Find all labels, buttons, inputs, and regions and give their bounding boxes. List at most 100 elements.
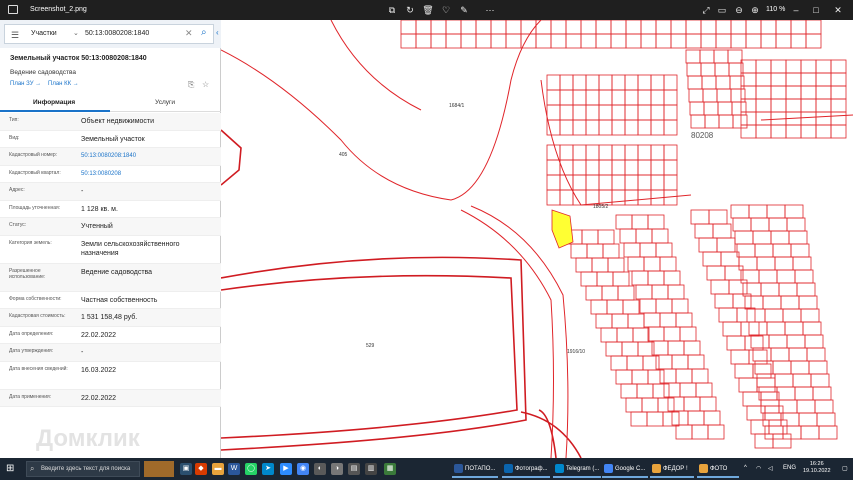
parcel-cell[interactable] (731, 101, 747, 116)
parcel-cell[interactable] (691, 424, 709, 440)
parcel-cell[interactable] (601, 285, 619, 301)
parcel-cell[interactable] (570, 243, 588, 259)
parcel-cell[interactable] (650, 104, 665, 121)
parcel-cell[interactable] (637, 341, 655, 357)
parcel-cell[interactable] (685, 20, 702, 35)
parcel-cell[interactable] (790, 20, 807, 35)
parcel-cell[interactable] (598, 159, 613, 176)
parcel-cell[interactable] (559, 104, 574, 121)
parcel-cell[interactable] (714, 293, 734, 309)
parcel-cell[interactable] (546, 159, 561, 176)
minimize-icon[interactable]: – (790, 4, 802, 16)
parcel-cell[interactable] (760, 391, 780, 407)
parcel-cell[interactable] (730, 20, 747, 35)
parcel-cell[interactable] (662, 411, 680, 427)
parcel-cell[interactable] (639, 242, 657, 258)
parcel-cell[interactable] (715, 20, 732, 35)
parcel-cell[interactable] (744, 295, 764, 310)
parcel-cell[interactable] (679, 382, 697, 398)
parcel-cell[interactable] (796, 282, 816, 297)
parcel-cell[interactable] (760, 399, 780, 414)
parcel-cell[interactable] (805, 33, 822, 49)
parcel-cell[interactable] (748, 321, 768, 336)
parcel-cell[interactable] (796, 399, 816, 414)
parcel-cell[interactable] (703, 410, 721, 426)
parcel-cell[interactable] (605, 341, 623, 357)
parcel-cell[interactable] (565, 33, 582, 49)
parcel-cell[interactable] (572, 89, 587, 106)
parcel-cell[interactable] (792, 373, 812, 388)
parcel-cell[interactable] (460, 20, 477, 35)
parcel-cell[interactable] (624, 144, 639, 161)
parcel-cell[interactable] (647, 270, 665, 286)
parcel-cell[interactable] (602, 243, 620, 259)
parcel-cell[interactable] (758, 386, 778, 401)
parcel-cell[interactable] (611, 144, 626, 161)
parcel-cell[interactable] (585, 144, 600, 161)
parcel-cell[interactable] (598, 104, 613, 121)
parcel-cell[interactable] (740, 98, 757, 113)
field-value[interactable]: 50:13:0080208 (81, 170, 216, 179)
parcel-cell[interactable] (585, 189, 600, 206)
language-indicator[interactable]: ENG (783, 465, 796, 471)
parcel-cell[interactable] (808, 360, 828, 375)
parcel-cell[interactable] (651, 284, 669, 300)
menu-icon[interactable]: ☰ (11, 30, 19, 41)
parcel-cell[interactable] (535, 20, 552, 35)
whatsapp-icon[interactable]: ◯ (245, 463, 257, 475)
parcel-cell[interactable] (750, 217, 770, 232)
parcel-cell[interactable] (637, 119, 652, 136)
parcel-cell[interactable] (650, 159, 665, 176)
more-icon[interactable]: ⋯ (484, 4, 496, 16)
parcel-cell[interactable] (724, 265, 744, 281)
app-icon[interactable]: ▤ (348, 463, 360, 475)
parcel-cell[interactable] (830, 59, 847, 74)
parcel-cell[interactable] (624, 159, 639, 176)
parcel-cell[interactable] (738, 256, 758, 271)
parcel-cell[interactable] (586, 243, 604, 259)
cadastral-map[interactable]: 80208 405 529 1684/1 1916/10 1805/2 (221, 20, 853, 458)
parcel-cell[interactable] (639, 298, 657, 314)
parcel-cell[interactable] (535, 33, 552, 49)
parcel-cell[interactable] (695, 382, 713, 398)
parcel-cell[interactable] (762, 412, 782, 427)
parcel-cell[interactable] (415, 33, 432, 49)
share-icon[interactable]: ⎘ (188, 80, 194, 90)
parcel-cell[interactable] (621, 341, 639, 357)
task-view-icon[interactable]: ▣ (180, 463, 192, 475)
parcel-cell[interactable] (550, 20, 567, 35)
parcel-cell[interactable] (800, 425, 820, 440)
parcel-cell[interactable] (764, 308, 784, 323)
parcel-cell[interactable] (729, 75, 745, 90)
parcel-cell[interactable] (790, 243, 810, 258)
parcel-cell[interactable] (830, 111, 847, 126)
plan-zu-link[interactable]: План ЗУ → (10, 81, 41, 87)
parcel-cell[interactable] (627, 313, 645, 329)
parcel-cell[interactable] (663, 326, 681, 342)
parcel-cell[interactable] (775, 20, 792, 35)
parcel-cell[interactable] (728, 279, 748, 295)
parcel-cell[interactable] (710, 279, 730, 295)
parcel-cell[interactable] (627, 256, 645, 272)
parcel-cell[interactable] (667, 396, 685, 412)
parcel-cell[interactable] (685, 49, 701, 64)
parcel-cell[interactable] (742, 391, 762, 407)
parcel-cell[interactable] (708, 209, 728, 225)
parcel-cell[interactable] (805, 20, 822, 35)
plan-kk-link[interactable]: План КК → (48, 81, 79, 87)
parcel-cell[interactable] (760, 20, 777, 35)
app-icon[interactable]: ◐ (314, 463, 326, 475)
parcel-cell[interactable] (701, 75, 717, 90)
chevron-down-icon[interactable]: ⌄ (73, 29, 79, 37)
parcel-cell[interactable] (598, 74, 613, 91)
parcel-cell[interactable] (792, 256, 812, 271)
parcel-cell[interactable] (687, 410, 705, 426)
parcel-cell[interactable] (720, 251, 740, 267)
parcel-cell[interactable] (768, 419, 788, 435)
parcel-cell[interactable] (758, 269, 778, 284)
parcel-cell[interactable] (610, 355, 628, 371)
parcel-cell[interactable] (687, 354, 705, 370)
parcel-cell[interactable] (818, 425, 838, 440)
parcel-cell[interactable] (713, 49, 729, 64)
parcel-cell[interactable] (600, 327, 618, 343)
